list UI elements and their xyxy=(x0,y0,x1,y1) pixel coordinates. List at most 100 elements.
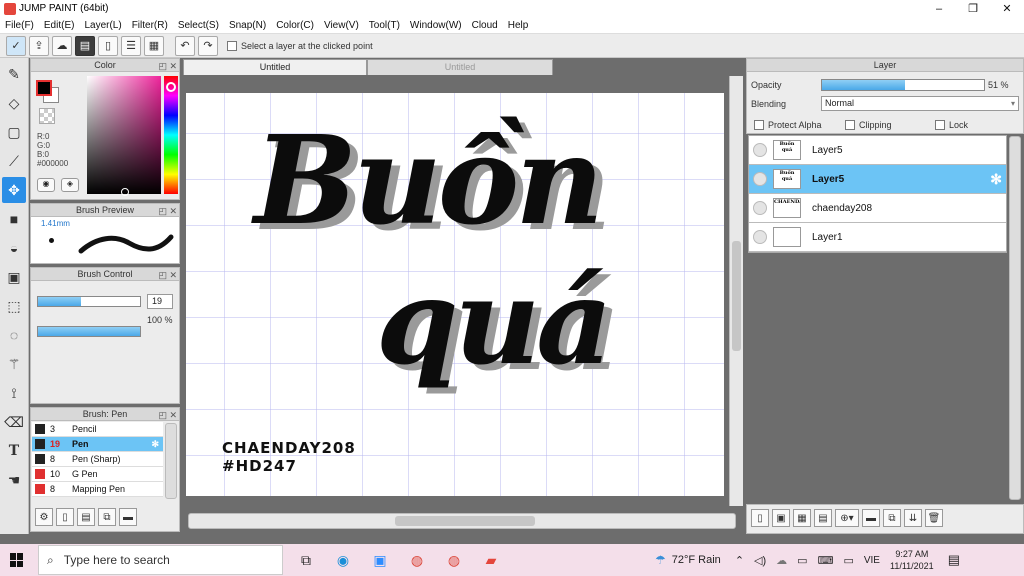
select-layer-checkbox[interactable] xyxy=(227,40,237,51)
battery-icon[interactable]: ▭ xyxy=(797,554,807,567)
rectangle-tool-icon[interactable]: ▢ xyxy=(2,119,26,145)
new-halftone-layer-icon[interactable]: ▦ xyxy=(793,509,811,527)
undo-icon[interactable]: ↶ xyxy=(175,35,195,56)
clipping-checkbox[interactable]: Clipping xyxy=(845,120,892,130)
layer-visibility-icon[interactable] xyxy=(753,172,767,186)
notification-icon[interactable]: ▤ xyxy=(948,552,960,568)
move-tool-icon[interactable]: ✥ xyxy=(2,177,26,203)
new-layer-icon[interactable]: ▯ xyxy=(751,509,769,527)
layer-opacity-slider[interactable] xyxy=(821,79,985,91)
duplicate-layer-icon[interactable]: ⧉ xyxy=(883,509,901,527)
menu-help[interactable]: Help xyxy=(503,20,534,31)
eraser-tool-icon[interactable]: ◇ xyxy=(2,90,26,116)
layer-visibility-icon[interactable] xyxy=(753,230,767,244)
redo-icon[interactable]: ↷ xyxy=(198,35,218,56)
brush-size-input[interactable]: 19 xyxy=(147,294,173,309)
add-layer-menu-icon[interactable]: ⊕▾ xyxy=(835,509,859,527)
weather-text[interactable]: 72°F Rain xyxy=(672,554,721,566)
canvas-vertical-scrollbar[interactable] xyxy=(729,76,743,506)
line-tool-icon[interactable]: ⟋ xyxy=(2,148,26,174)
menu-snap[interactable]: Snap(N) xyxy=(224,20,271,31)
folder-icon[interactable]: ▬ xyxy=(862,509,880,527)
lasso-tool-icon[interactable]: ◌ xyxy=(2,322,26,348)
lock-checkbox[interactable]: Lock xyxy=(935,120,968,130)
layer-row[interactable]: Buồn quá Layer5 ✻ xyxy=(749,165,1006,194)
hand-tool-icon[interactable]: ☚ xyxy=(2,467,26,493)
new-raster-layer-icon[interactable]: ▣ xyxy=(772,509,790,527)
tab-untitled-active[interactable]: Untitled xyxy=(183,59,367,75)
comment-icon[interactable]: ☁ xyxy=(52,35,72,56)
minimize-button[interactable]: – xyxy=(922,0,956,17)
layer-row[interactable]: CHAENDAY208 chaenday208 xyxy=(749,194,1006,223)
panel-close-icon[interactable]: ◰ ✕ xyxy=(158,409,177,421)
horizontal-scroll-thumb[interactable] xyxy=(395,516,535,526)
new-8bit-layer-icon[interactable]: ▤ xyxy=(814,509,832,527)
menu-edit[interactable]: Edit(E) xyxy=(39,20,80,31)
maximize-button[interactable]: ❐ xyxy=(956,0,990,17)
vertical-scroll-thumb[interactable] xyxy=(732,241,741,351)
new-brush-icon[interactable]: ▯ xyxy=(56,508,74,526)
brush-settings-icon[interactable]: ⚙ xyxy=(35,508,53,526)
share-icon[interactable]: ⇪ xyxy=(29,35,49,56)
panel-close-icon[interactable]: ◰ ✕ xyxy=(158,269,177,281)
blending-select[interactable]: Normal ▾ xyxy=(821,96,1019,111)
brush-list-scrollbar[interactable] xyxy=(165,423,177,499)
layer-visibility-icon[interactable] xyxy=(753,143,767,157)
onedrive-icon[interactable]: ☁ xyxy=(776,554,787,567)
task-view-icon[interactable]: ⧉ xyxy=(292,546,320,574)
keyboard-icon[interactable]: ⌨ xyxy=(818,554,834,567)
brush-folder-icon[interactable]: ▬ xyxy=(119,508,137,526)
panel-close-icon[interactable]: ◰ ✕ xyxy=(158,205,177,217)
canvas-horizontal-scrollbar[interactable] xyxy=(188,513,736,529)
gear-icon[interactable]: ✻ xyxy=(151,439,159,450)
start-button[interactable] xyxy=(10,553,24,567)
chrome-profile-icon[interactable]: ◍ xyxy=(440,546,468,574)
volume-icon[interactable]: ◁) xyxy=(754,554,766,567)
trash-icon[interactable]: 🗑 xyxy=(925,509,943,527)
magic-wand-tool-icon[interactable]: ⚚ xyxy=(2,351,26,377)
weather-icon[interactable]: ☂ xyxy=(655,553,666,567)
layer-row[interactable]: Buồn quá Layer5 xyxy=(749,136,1006,165)
menu-color[interactable]: Color(C) xyxy=(271,20,319,31)
chevron-up-icon[interactable]: ⌃ xyxy=(735,554,744,567)
layer-list-scrollbar[interactable] xyxy=(1009,136,1021,500)
document-icon[interactable]: ▯ xyxy=(98,35,118,56)
palette-icon[interactable]: ◈ xyxy=(61,178,79,192)
foreground-color-swatch[interactable] xyxy=(36,80,52,96)
brush-item[interactable]: 10 G Pen xyxy=(32,467,163,482)
brush-menu-icon[interactable]: ▤ xyxy=(77,508,95,526)
menu-filter[interactable]: Filter(R) xyxy=(127,20,173,31)
gradient-tool-icon[interactable]: ▣ xyxy=(2,264,26,290)
select-eraser-tool-icon[interactable]: ⌫ xyxy=(2,409,26,435)
grid-icon[interactable]: ▦ xyxy=(144,35,164,56)
menu-window[interactable]: Window(W) xyxy=(405,20,467,31)
panel-close-icon[interactable]: ◰ ✕ xyxy=(158,60,177,72)
drawing-canvas[interactable]: Buồn Buồn quá quá CHAENDAY208 #HD247 xyxy=(186,93,724,496)
chrome-icon[interactable]: ◍ xyxy=(403,546,431,574)
hue-slider[interactable] xyxy=(164,76,178,194)
menu-view[interactable]: View(V) xyxy=(319,20,364,31)
zoom-icon[interactable]: ▣ xyxy=(366,546,394,574)
transparent-swatch[interactable] xyxy=(39,108,55,124)
message-icon[interactable]: ▤ xyxy=(75,35,95,56)
brush-tool-icon[interactable]: ✎ xyxy=(2,61,26,87)
menu-select[interactable]: Select(S) xyxy=(173,20,224,31)
close-button[interactable]: ✕ xyxy=(990,0,1024,17)
saturation-value-picker[interactable] xyxy=(87,76,161,194)
tab-untitled-inactive[interactable]: Untitled xyxy=(367,59,553,75)
copy-brush-icon[interactable]: ⧉ xyxy=(98,508,116,526)
select-pen-tool-icon[interactable]: ⟟ xyxy=(2,380,26,406)
menu-tool[interactable]: Tool(T) xyxy=(364,20,405,31)
brush-opacity-slider[interactable] xyxy=(37,326,141,337)
edge-icon[interactable]: ◉ xyxy=(329,546,357,574)
clock[interactable]: 9:27 AM 11/11/2021 xyxy=(890,548,934,572)
brush-size-slider[interactable] xyxy=(37,296,141,307)
gear-icon[interactable]: ✻ xyxy=(990,171,1002,188)
jump-paint-icon[interactable]: ▰ xyxy=(477,546,505,574)
bucket-tool-icon[interactable]: ◒ xyxy=(2,235,26,261)
fill-rect-tool-icon[interactable]: ■ xyxy=(2,206,26,232)
menu-layer[interactable]: Layer(L) xyxy=(79,20,126,31)
brush-item[interactable]: 3 Pencil xyxy=(32,422,163,437)
merge-layer-icon[interactable]: ⇊ xyxy=(904,509,922,527)
layer-row[interactable]: Layer1 xyxy=(749,223,1006,252)
